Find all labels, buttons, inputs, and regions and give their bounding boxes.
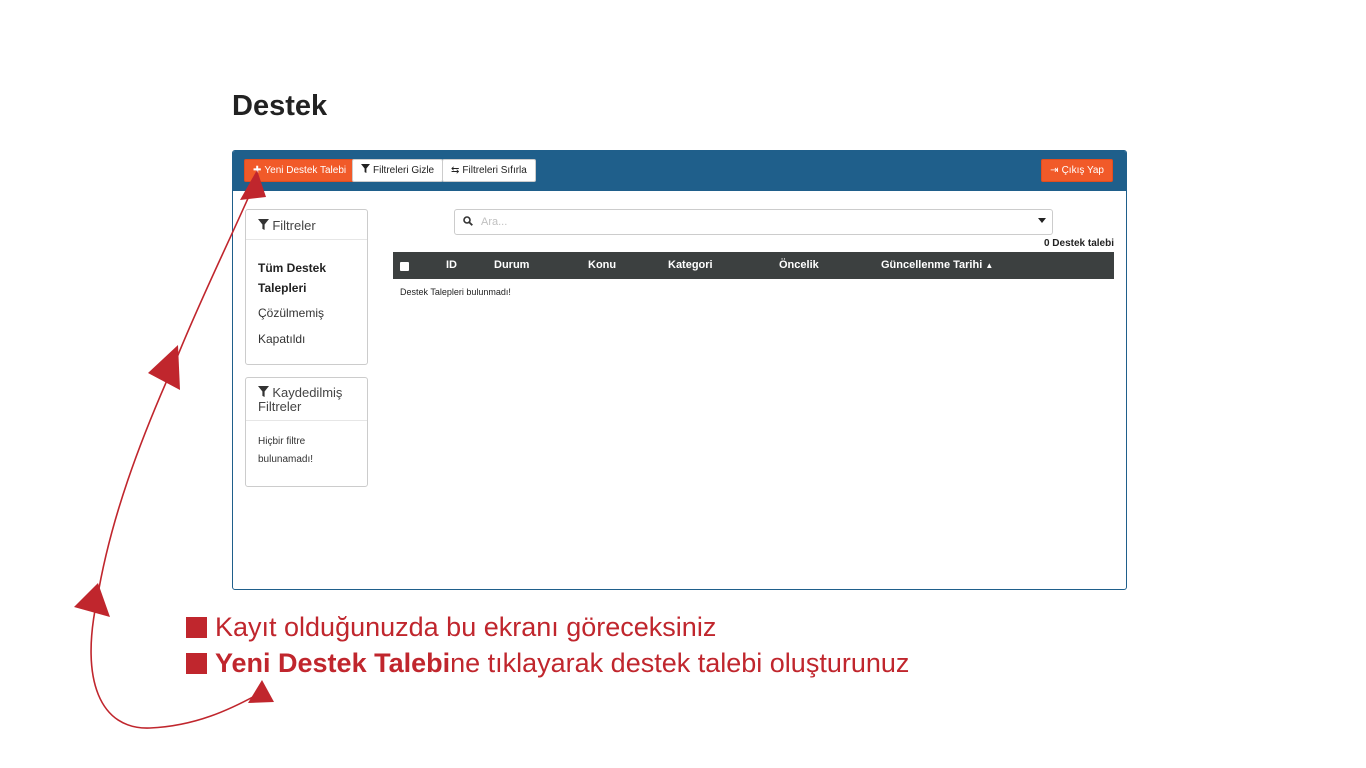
saved-filters-title: Kaydedilmiş Filtreler <box>246 378 367 421</box>
logout-button[interactable]: ⇥ Çıkış Yap <box>1041 159 1113 182</box>
saved-filters-empty: Hiçbir filtre bulunamadı! <box>258 436 314 465</box>
plus-icon: ✚ <box>253 165 262 176</box>
col-status[interactable]: Durum <box>494 259 529 271</box>
funnel-icon <box>258 386 272 400</box>
bullet-square-icon <box>186 653 207 674</box>
col-updated-date-label: Güncellenme Tarihi <box>881 259 983 271</box>
table-header: ID Durum Konu Kategori Öncelik Güncellen… <box>393 252 1114 279</box>
col-priority[interactable]: Öncelik <box>779 259 819 271</box>
ticket-count: 0 Destek talebi <box>1043 238 1114 249</box>
filter-all-tickets[interactable]: Tüm Destek Talepleri <box>246 258 360 298</box>
filter-unresolved[interactable]: Çözülmemiş <box>246 306 367 320</box>
arrowhead-icon <box>74 583 110 617</box>
col-category[interactable]: Kategori <box>668 259 713 271</box>
col-updated-date[interactable]: Güncellenme Tarihi ▲ <box>881 259 993 271</box>
retweet-icon: ⇆ <box>451 165 460 176</box>
search-icon <box>463 215 473 229</box>
sign-out-icon: ⇥ <box>1050 165 1059 176</box>
arrowhead-icon <box>148 345 180 390</box>
filters-title-text: Filtreler <box>272 218 316 233</box>
reset-filters-label: Filtreleri Sıfırla <box>462 165 527 176</box>
instruction-line-2: Yeni Destek Talebi ne tıklayarak destek t… <box>186 648 909 679</box>
arrowhead-icon <box>248 680 274 703</box>
logout-label: Çıkış Yap <box>1061 165 1104 176</box>
support-panel: ✚ Yeni Destek Talebi Filtreleri Gizle ⇆ … <box>232 150 1127 590</box>
search-input[interactable] <box>479 215 1023 229</box>
instruction-line-1: Kayıt olduğunuzda bu ekranı göreceksiniz <box>186 612 716 643</box>
saved-filters-box: Kaydedilmiş Filtreler Hiçbir filtre bulu… <box>245 377 368 487</box>
col-id[interactable]: ID <box>446 259 457 271</box>
funnel-icon <box>258 219 272 233</box>
filter-closed[interactable]: Kapatıldı <box>246 332 367 346</box>
funnel-icon <box>361 160 370 181</box>
select-all-checkbox[interactable] <box>400 262 409 271</box>
col-subject[interactable]: Konu <box>588 259 616 271</box>
filters-box-title: Filtreler <box>246 210 367 240</box>
bullet-square-icon <box>186 617 207 638</box>
empty-table-message: Destek Talepleri bulunmadı! <box>400 287 511 297</box>
hide-filters-button[interactable]: Filtreleri Gizle <box>352 159 444 182</box>
sort-up-icon: ▲ <box>985 261 994 270</box>
hide-filters-label: Filtreleri Gizle <box>373 165 435 176</box>
new-ticket-button[interactable]: ✚ Yeni Destek Talebi <box>244 159 356 182</box>
new-ticket-label: Yeni Destek Talebi <box>264 165 347 176</box>
instruction-line-2-bold: Yeni Destek Talebi <box>215 648 451 678</box>
reset-filters-button[interactable]: ⇆ Filtreleri Sıfırla <box>442 159 536 182</box>
filters-box: Filtreler Tüm Destek Talepleri Çözülmemi… <box>245 209 368 365</box>
instruction-line-1-text: Kayıt olduğunuzda bu ekranı göreceksiniz <box>215 612 717 642</box>
instruction-line-2-rest: ne tıklayarak destek talebi oluşturunuz <box>450 648 910 678</box>
page-title: Destek <box>232 90 328 122</box>
toolbar: ✚ Yeni Destek Talebi Filtreleri Gizle ⇆ … <box>233 151 1126 191</box>
caret-down-icon[interactable] <box>1038 218 1046 223</box>
search-box[interactable] <box>454 209 1053 235</box>
